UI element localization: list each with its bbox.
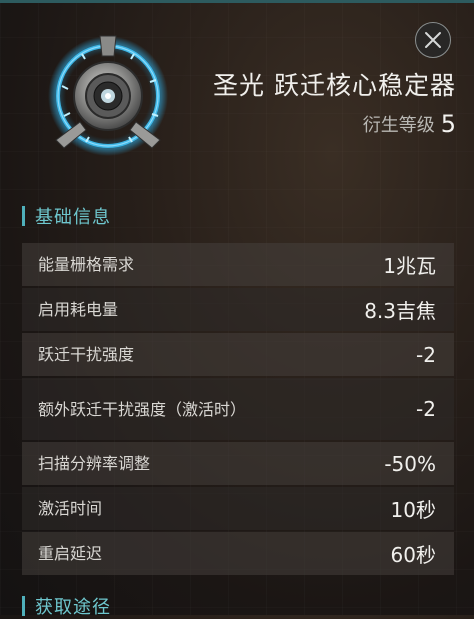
close-button[interactable] — [415, 22, 451, 58]
section-basic-info: 基础信息 — [22, 203, 111, 229]
section-title: 获取途径 — [35, 597, 111, 618]
section-marker — [22, 206, 25, 226]
section-title: 基础信息 — [35, 207, 111, 228]
attribute-label: 重启延迟 — [38, 544, 103, 563]
warp-core-stabilizer-icon — [42, 26, 174, 158]
section-marker — [22, 596, 25, 616]
attribute-value: 1兆瓦 — [383, 254, 436, 278]
attribute-row: 扫描分辨率调整 -50% — [22, 442, 454, 485]
attribute-value: -2 — [416, 397, 436, 421]
attribute-label: 启用耗电量 — [38, 300, 119, 319]
attribute-row: 能量栅格需求 1兆瓦 — [22, 243, 454, 286]
attribute-list: 能量栅格需求 1兆瓦 启用耗电量 8.3吉焦 跃迁干扰强度 -2 额外跃迁干扰强… — [22, 243, 454, 577]
attribute-row: 启用耗电量 8.3吉焦 — [22, 288, 454, 331]
attribute-label: 扫描分辨率调整 — [38, 454, 151, 473]
attribute-row: 激活时间 10秒 — [22, 487, 454, 530]
attribute-value: 60秒 — [390, 543, 436, 567]
close-icon — [425, 32, 441, 48]
attribute-value: -2 — [416, 342, 436, 367]
item-level: 衍生等级 5 — [363, 110, 456, 138]
attribute-label: 额外跃迁干扰强度（激活时） — [38, 399, 247, 419]
item-header: 圣光 跃迁核心稳定器 衍生等级 5 — [0, 0, 474, 190]
level-label: 衍生等级 — [362, 115, 435, 136]
attribute-label: 跃迁干扰强度 — [38, 345, 135, 364]
item-title: 圣光 跃迁核心稳定器 — [213, 71, 456, 100]
attribute-value: -50% — [384, 451, 436, 476]
attribute-value: 8.3吉焦 — [364, 299, 436, 323]
attribute-row: 跃迁干扰强度 -2 — [22, 333, 454, 376]
level-value: 5 — [440, 110, 456, 138]
attribute-value: 10秒 — [390, 498, 436, 522]
attribute-label: 激活时间 — [38, 499, 103, 518]
section-acquisition[interactable]: 获取途径 — [22, 593, 111, 619]
attribute-label: 能量栅格需求 — [38, 255, 135, 274]
attribute-row: 额外跃迁干扰强度（激活时） -2 — [22, 378, 454, 440]
attribute-row: 重启延迟 60秒 — [22, 532, 454, 575]
